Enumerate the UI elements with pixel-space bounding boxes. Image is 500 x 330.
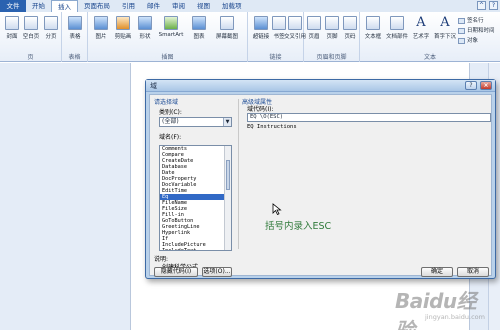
clip-art-icon xyxy=(116,16,130,30)
signature-line-icon xyxy=(458,17,465,24)
choose-field-section-title: 请选择域 xyxy=(154,99,179,106)
drop-cap-icon: A xyxy=(440,15,450,30)
watermark-main-text: Baidu经验 xyxy=(395,289,477,330)
mouse-cursor-icon xyxy=(272,203,282,215)
pages-group: 封面 空白页 分页 页 xyxy=(0,12,62,62)
smartart-button[interactable]: SmartArt xyxy=(156,16,186,38)
picture-button[interactable]: 图片 xyxy=(90,16,112,40)
table-group: 表格 表格 xyxy=(62,12,88,62)
options-button[interactable]: 选项(O)... xyxy=(202,267,232,277)
help-icon[interactable]: ? xyxy=(489,1,498,10)
blank-page-icon xyxy=(24,16,38,30)
tab-page-layout[interactable]: 页面布局 xyxy=(78,0,116,12)
category-label: 类别(C): xyxy=(159,109,182,116)
chevron-down-icon[interactable]: ▼ xyxy=(223,118,231,126)
text-box-button[interactable]: 文本框 xyxy=(362,16,384,40)
field-instructions-text: EQ Instructions xyxy=(247,124,297,130)
tab-references[interactable]: 引用 xyxy=(116,0,141,12)
field-dialog: 域 ? × 请选择域 类别(C): (全部) ▼ 域名(F): Comments… xyxy=(145,79,496,279)
annotation-text: 括号内录入ESC xyxy=(265,221,332,232)
picture-icon xyxy=(94,16,108,30)
table-button[interactable]: 表格 xyxy=(64,16,86,40)
scrollbar-thumb[interactable] xyxy=(226,160,230,190)
table-icon xyxy=(68,16,82,30)
shapes-icon xyxy=(138,16,152,30)
ok-button[interactable]: 确定 xyxy=(421,267,453,277)
quick-parts-icon xyxy=(390,16,404,30)
links-group: 超链接 书签 交叉引用 链接 xyxy=(248,12,306,62)
ribbon: 封面 空白页 分页 页 表格 表格 图片 剪贴画 形状 SmartArt 图表 … xyxy=(0,12,500,62)
cover-page-icon xyxy=(5,16,19,30)
signature-line-button[interactable]: 签名行 xyxy=(458,16,484,24)
date-time-button[interactable]: 日期和时间 xyxy=(458,26,495,34)
text-group: 文本框 文档部件 A 艺术字 A 首字下沉 签名行 日期和时间 对象 文本 xyxy=(360,12,500,62)
cross-reference-icon xyxy=(288,16,302,30)
group-label: 插图 xyxy=(161,54,174,61)
shapes-button[interactable]: 形状 xyxy=(134,16,156,40)
group-label: 页 xyxy=(27,54,34,61)
page-break-icon xyxy=(44,16,58,30)
watermark-url: jingyan.baidu.com xyxy=(425,313,485,321)
screenshot-icon xyxy=(220,16,234,30)
hide-codes-button[interactable]: 隐藏代码(I) xyxy=(154,267,198,277)
dialog-title: 域 xyxy=(150,82,157,90)
chart-icon xyxy=(192,16,206,30)
field-names-label: 域名(F): xyxy=(159,134,182,141)
page-break-button[interactable]: 分页 xyxy=(40,16,62,40)
clip-art-button[interactable]: 剪贴画 xyxy=(112,16,134,40)
wordart-icon: A xyxy=(416,15,426,30)
object-icon xyxy=(458,37,465,44)
footer-icon xyxy=(325,16,339,30)
field-code-label: 域代码(I): xyxy=(247,106,274,113)
minimize-ribbon-icon[interactable]: ^ xyxy=(477,1,486,10)
group-label: 页眉和页脚 xyxy=(316,54,347,61)
chart-button[interactable]: 图表 xyxy=(188,16,210,40)
quick-parts-button[interactable]: 文档部件 xyxy=(384,16,410,40)
tab-review[interactable]: 审阅 xyxy=(166,0,191,12)
dialog-body: 请选择域 类别(C): (全部) ▼ 域名(F): Comments Compar… xyxy=(149,94,492,277)
category-dropdown[interactable]: (全部) ▼ xyxy=(159,117,232,127)
object-button[interactable]: 对象 xyxy=(458,36,478,44)
text-box-icon xyxy=(366,16,380,30)
field-names-list[interactable]: Comments Compare CreateDate Database Date Doc… xyxy=(159,145,232,251)
cancel-button[interactable]: 取消 xyxy=(457,267,489,277)
tab-view[interactable]: 视图 xyxy=(191,0,216,12)
page-number-button[interactable]: 页码 xyxy=(339,16,361,40)
group-label: 文本 xyxy=(423,54,436,61)
wordart-button[interactable]: A 艺术字 xyxy=(410,15,432,41)
dialog-help-button[interactable]: ? xyxy=(465,81,477,90)
hyperlink-icon xyxy=(254,16,268,30)
illustrations-group: 图片 剪贴画 形状 SmartArt 图表 屏幕截图 插图 xyxy=(88,12,248,62)
drop-cap-button[interactable]: A 首字下沉 xyxy=(432,15,458,41)
tab-file[interactable]: 文件 xyxy=(0,0,26,12)
tab-addins[interactable]: 加载项 xyxy=(216,0,248,12)
calendar-icon xyxy=(458,27,465,34)
field-code-input[interactable]: EQ \O(ESC) xyxy=(247,113,491,122)
tab-home[interactable]: 开始 xyxy=(26,0,51,12)
ribbon-tab-bar: 文件 开始 插入 页面布局 引用 邮件 审阅 视图 加载项 ^ ? xyxy=(0,0,500,13)
category-value: (全部) xyxy=(162,118,179,125)
screenshot-button[interactable]: 屏幕截图 xyxy=(212,16,242,40)
watermark-logo: Baidu经验 jingyan.baidu.com xyxy=(395,285,495,330)
list-item[interactable]: IncludeText xyxy=(160,248,231,250)
dialog-title-bar[interactable]: 域 ? × xyxy=(146,80,495,92)
dialog-close-button[interactable]: × xyxy=(480,81,492,90)
blank-page-button[interactable]: 空白页 xyxy=(20,16,42,40)
page-number-icon xyxy=(343,16,357,30)
section-divider xyxy=(238,99,239,249)
smartart-icon xyxy=(164,16,178,30)
header-icon xyxy=(307,16,321,30)
list-scrollbar[interactable] xyxy=(224,146,231,250)
header-footer-group: 页眉 页脚 页码 页眉和页脚 xyxy=(304,12,360,62)
group-label: 链接 xyxy=(269,54,282,61)
group-label: 表格 xyxy=(68,54,81,61)
tab-mailings[interactable]: 邮件 xyxy=(141,0,166,12)
